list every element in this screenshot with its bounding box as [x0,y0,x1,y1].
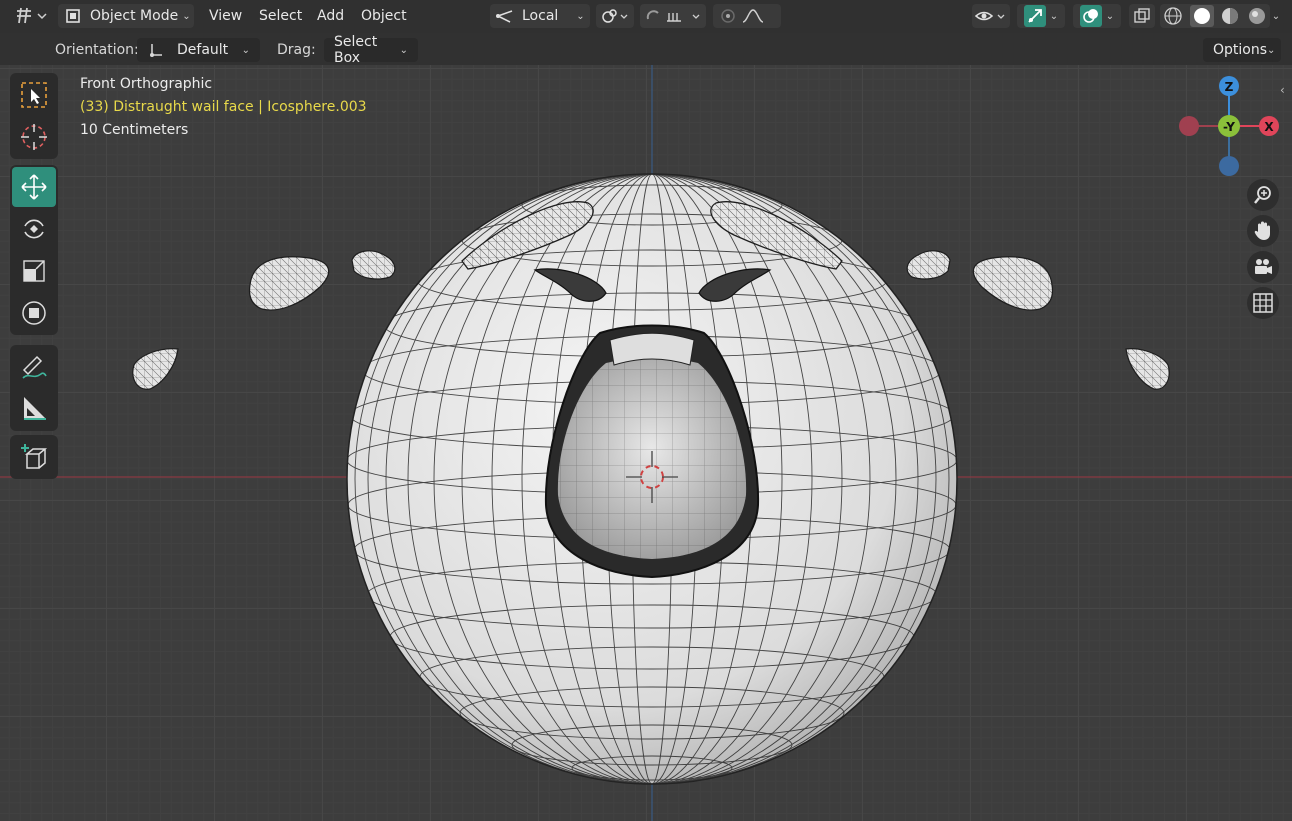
orientation-dropdown[interactable]: Default ⌄ [137,38,260,62]
toolbar-transform-group [10,165,58,335]
options-dropdown[interactable]: Options ⌄ [1203,38,1281,62]
sidebar-toggle-chevron-icon[interactable]: ‹ [1280,83,1292,99]
menu-view[interactable]: View [209,4,242,28]
mode-label: Object Mode [90,8,179,24]
view-name: Front Orthographic [80,76,213,92]
viewport-header: Object Mode ⌄ View Select Add Object Loc… [0,0,1292,33]
ortho-toggle-button[interactable] [1247,287,1279,319]
overlays-icon [1079,5,1102,27]
zoom-button[interactable] [1247,179,1279,211]
hand-icon [1254,221,1270,240]
scale-icon [23,260,45,282]
pan-button[interactable] [1247,215,1279,247]
material-shading-icon[interactable] [1220,6,1240,26]
navigation-gizmo[interactable]: Z X -Y [1174,71,1284,181]
transform-tool[interactable] [12,293,56,333]
pivot-icon [602,9,628,23]
wireframe-shading-icon[interactable] [1163,6,1183,26]
drag-value: Select Box [334,34,378,66]
chevron-down-icon: ⌄ [1105,10,1115,22]
chevron-down-icon: ⌄ [399,44,408,56]
pivot-point-dropdown[interactable] [596,4,634,28]
orientation-value: Default [177,42,229,58]
chevron-down-icon: ⌄ [1271,10,1281,22]
zoom-icon [1254,186,1271,204]
proportional-editing[interactable] [713,4,781,28]
rotate-icon [24,219,44,239]
options-label: Options [1213,42,1268,58]
z-axis-label: Z [1225,80,1234,94]
toolbar-select-group [10,73,58,159]
editor-type-button[interactable] [10,4,50,28]
chevron-down-icon: ⌄ [576,10,585,22]
chevron-down-icon: ⌄ [241,44,250,56]
transform-icon [22,301,46,325]
x-axis-label: X [1264,120,1274,134]
toolbar-annotate-group [10,345,58,431]
add-cube-icon [21,444,48,469]
neg-y-axis-label: -Y [1223,120,1235,134]
select-box-tool[interactable] [12,75,56,115]
select-box-icon [21,82,47,108]
gizmo-toggle[interactable]: ⌄ [1017,4,1065,28]
solid-shading-icon[interactable] [1189,5,1214,27]
orientation-axes-icon [150,44,162,57]
orientation-label: Orientation: [55,42,139,58]
drag-label: Drag: [277,42,316,58]
eye-icon [974,11,1005,21]
mode-dropdown[interactable]: Object Mode ⌄ [58,4,194,28]
chevron-down-icon: ⌄ [1267,44,1276,56]
camera-icon [1255,259,1272,274]
overlays-toggle[interactable]: ⌄ [1073,4,1121,28]
snap-icon [646,10,700,22]
grid-icon [1253,293,1273,313]
cursor-icon [21,124,47,150]
cursor-tool[interactable] [12,117,56,157]
transform-orientation-dropdown[interactable]: Local ⌄ [490,4,590,28]
scale-info: 10 Centimeters [80,122,189,138]
add-cube-tool[interactable] [12,437,56,477]
chevron-down-icon: ⌄ [182,10,191,22]
xray-icon [1134,8,1150,23]
move-icon [21,174,47,200]
pivot-label: Local [522,8,559,24]
menu-select[interactable]: Select [259,4,302,28]
camera-view-button[interactable] [1247,251,1279,283]
neg-z-axis-handle [1219,156,1239,176]
measure-tool[interactable] [12,389,56,429]
toolbar-add-group [10,435,58,479]
scale-tool[interactable] [12,251,56,291]
object-info: (33) Distraught wail face | Icosphere.00… [80,99,367,115]
gizmo-icon [1023,5,1046,27]
3d-viewport[interactable]: Front Orthographic (33) Distraught wail … [0,65,1292,821]
annotate-tool[interactable] [12,347,56,387]
rotate-tool[interactable] [12,209,56,249]
menu-object[interactable]: Object [361,4,407,28]
move-tool[interactable] [12,167,56,207]
visibility-dropdown[interactable] [972,4,1010,28]
snap-controls[interactable] [640,4,706,28]
scene-canvas [0,65,1292,821]
xray-toggle[interactable] [1129,4,1155,28]
chevron-down-icon: ⌄ [1049,10,1059,22]
pencil-icon [22,355,47,379]
ruler-icon [24,397,46,420]
object-mode-icon [66,9,80,23]
shading-modes [1160,4,1270,28]
shading-options-chevron[interactable]: ⌄ [1262,4,1286,28]
local-axes-icon [496,10,513,23]
proportional-edit-icon [721,9,764,23]
grid-editor-icon [17,7,47,24]
drag-dropdown[interactable]: Select Box ⌄ [324,34,418,66]
menu-add[interactable]: Add [317,4,344,28]
neg-x-axis-handle [1179,116,1199,136]
